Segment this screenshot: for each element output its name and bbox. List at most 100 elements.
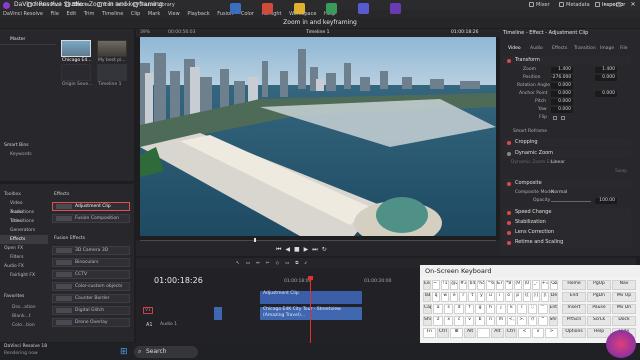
section-enabled-icon[interactable] <box>507 231 511 235</box>
windows-start-icon[interactable]: ⊞ <box>120 346 132 358</box>
osk-key[interactable]: "' <box>538 304 548 314</box>
menu-item[interactable]: Timeline <box>102 11 123 17</box>
osk-key[interactable]: v <box>464 316 475 326</box>
osk-key[interactable]: > <box>545 328 558 338</box>
osk-key[interactable]: (9 <box>513 280 522 290</box>
rotation-field[interactable]: 0.000 <box>551 83 573 89</box>
timeline-thumbnail[interactable] <box>97 64 127 81</box>
anchor-y-field[interactable]: 0.000 <box>595 91 617 97</box>
osk-key[interactable]: v <box>531 328 545 338</box>
osk-key[interactable]: {[ <box>522 292 531 302</box>
osk-key[interactable]: p <box>513 292 522 302</box>
section-enabled-icon[interactable] <box>507 211 511 215</box>
osk-nav-key[interactable]: Home <box>562 280 586 290</box>
osk-key[interactable]: t <box>468 292 477 302</box>
sound-library-button[interactable]: Sound Library <box>132 0 175 10</box>
track-a1-label[interactable]: A1 <box>146 322 153 328</box>
osk-key[interactable]: ^6 <box>486 280 495 290</box>
osk-key[interactable]: )0 <box>522 280 531 290</box>
playhead-handle[interactable] <box>308 276 313 280</box>
tab-transition[interactable]: Transition <box>574 46 596 51</box>
media-pool-button[interactable]: Media Pool <box>26 0 61 10</box>
speed-change-section[interactable]: Speed Change <box>503 208 631 217</box>
menu-item[interactable]: Trim <box>84 11 95 17</box>
edit-index-button[interactable]: Edit Index <box>96 0 129 10</box>
osk-key[interactable]: += <box>540 280 549 290</box>
menu-item[interactable]: View <box>168 11 180 17</box>
osk-key[interactable]: o <box>504 292 513 302</box>
effects-button[interactable]: Effects <box>64 0 89 10</box>
tab-audio[interactable]: Audio <box>530 46 543 51</box>
master-bin[interactable]: Master <box>10 37 25 42</box>
osk-key[interactable]: c <box>454 316 464 326</box>
section-enabled-icon[interactable] <box>507 152 511 156</box>
close-button[interactable]: ✕ <box>626 0 640 10</box>
section-enabled-icon[interactable] <box>507 241 511 245</box>
osk-key[interactable]: :; <box>527 304 538 314</box>
section-enabled-icon[interactable] <box>507 59 511 63</box>
osk-nav-key[interactable]: Dock <box>612 316 636 326</box>
osk-key[interactable]: z <box>433 316 443 326</box>
osk-key[interactable]: w <box>441 292 450 302</box>
flip-vertical-icon[interactable] <box>561 116 565 120</box>
menu-item[interactable]: Edit <box>67 11 77 17</box>
dynamic-zoom-section[interactable]: Dynamic Zoom <box>503 149 631 158</box>
position-x-field[interactable]: -276.000 <box>551 75 573 81</box>
fusion-effect-item[interactable]: Digital Glitch <box>52 306 130 315</box>
osk-key[interactable]: }] <box>531 292 540 302</box>
menu-item[interactable]: Color <box>241 11 254 17</box>
fx-tree-open-fx[interactable]: Open FX <box>0 244 48 253</box>
osk-key[interactable]: j <box>496 304 506 314</box>
osk-key[interactable]: !1 <box>441 280 450 290</box>
osk-key[interactable]: m <box>496 316 506 326</box>
retime-section[interactable]: Retime and Scaling <box>503 238 631 247</box>
fx-tree-filters[interactable]: Filters <box>0 253 48 262</box>
zoom-y-field[interactable]: 1.400 <box>595 67 617 73</box>
fusion-effect-item[interactable]: Color-custom objects <box>52 282 130 291</box>
menu-item[interactable]: Clip <box>131 11 140 17</box>
taskbar-search[interactable]: Search <box>134 346 198 358</box>
composite-section[interactable]: Composite <box>503 179 631 188</box>
transport-controls[interactable]: ⏮◀■▶⏭↻ <box>276 246 331 254</box>
taskbar-app-icon[interactable] <box>262 3 273 14</box>
osk-nav-key[interactable]: Mv Dn <box>612 304 636 314</box>
transform-section[interactable]: Transform <box>503 56 631 65</box>
mixer-button[interactable]: Mixer <box>528 0 550 10</box>
swap-button[interactable]: Swap <box>615 168 627 176</box>
lens-correction-section[interactable]: Lens Correction <box>503 228 631 237</box>
osk-key[interactable]: f <box>464 304 475 314</box>
osk-key[interactable]: *8 <box>504 280 513 290</box>
osk-nav-key[interactable]: Mv Up <box>612 292 636 302</box>
fx-tree-toolbox[interactable]: Toolbox <box>0 190 48 199</box>
metadata-button[interactable]: Metadata <box>558 0 590 10</box>
fusion-effect-item[interactable]: 3D Camera 3D <box>52 246 130 255</box>
tab-image[interactable]: Image <box>600 46 614 51</box>
section-enabled-icon[interactable] <box>507 141 511 145</box>
osk-nav-key[interactable]: PgUp <box>587 280 611 290</box>
osk-key[interactable]: Shift <box>548 316 558 326</box>
osk-nav-key[interactable]: End <box>562 292 586 302</box>
favorite-item[interactable]: Colo...tion <box>12 323 35 328</box>
flip-horizontal-icon[interactable] <box>553 116 557 120</box>
opacity-field[interactable]: 100.00 <box>595 198 617 204</box>
section-enabled-icon[interactable] <box>507 221 511 225</box>
dz-ease-select[interactable]: Linear <box>551 159 565 167</box>
osk-key[interactable]: &7 <box>495 280 504 290</box>
osk-key[interactable]: $4 <box>468 280 477 290</box>
keywords-bin[interactable]: Keywords <box>10 152 32 157</box>
opacity-slider[interactable] <box>551 201 591 202</box>
video-clip-previous[interactable] <box>214 307 222 320</box>
osk-key[interactable]: x <box>443 316 454 326</box>
osk-key[interactable]: %5 <box>477 280 486 290</box>
osk-key[interactable]: ?/ <box>527 316 538 326</box>
taskbar-app-icon[interactable] <box>390 3 401 14</box>
pitch-field[interactable]: 0.000 <box>551 99 573 105</box>
osk-key[interactable]: r <box>459 292 468 302</box>
media-clip-thumbnail[interactable] <box>97 40 127 57</box>
osk-key[interactable]: ^ <box>538 316 548 326</box>
fusion-effect-item[interactable]: Binoculars <box>52 258 130 267</box>
composite-mode-select[interactable]: Normal <box>551 189 567 197</box>
osk-key[interactable]: i <box>495 292 504 302</box>
tab-effects[interactable]: Effects <box>552 46 567 51</box>
fusion-effect-item[interactable]: CCTV <box>52 270 130 279</box>
